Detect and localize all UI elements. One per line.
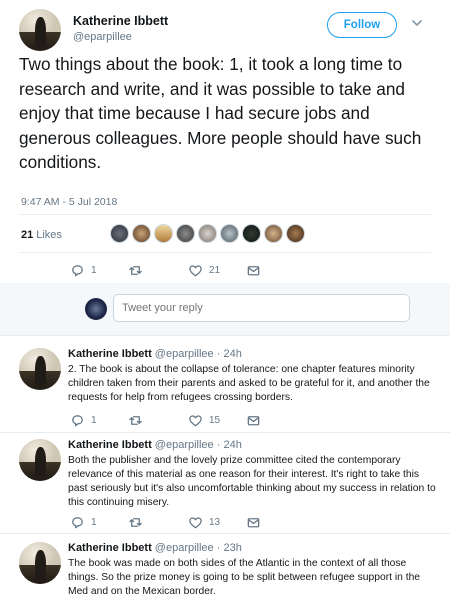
viewer-avatar [85,298,107,320]
reply-icon [72,415,83,427]
liker-avatar[interactable] [154,224,173,243]
reply-author-avatar[interactable] [19,542,61,584]
reply-icon [72,265,83,277]
reply-icon [72,517,83,529]
liker-avatar[interactable] [286,224,305,243]
divider [0,335,450,336]
reply-author-avatar[interactable] [19,348,61,390]
like-count: 15 [209,415,221,426]
reply-header: Katherine Ibbett @eparpillee · 23h [68,542,242,554]
reply-text: Both the publisher and the lovely prize … [68,455,436,508]
reply-action[interactable]: 1 [70,413,128,428]
reply-count: 1 [91,415,97,426]
heart-icon [189,265,202,277]
liker-avatar[interactable] [132,224,151,243]
like-count: 21 [209,265,221,276]
envelope-icon [247,266,260,276]
like-action[interactable]: 15 [188,413,246,428]
retweet-icon [129,416,142,425]
dm-action[interactable] [246,413,261,428]
envelope-icon [247,518,260,528]
liker-avatar[interactable] [220,224,239,243]
liker-avatar[interactable] [242,224,261,243]
reply-actions: 1 13 [70,515,261,530]
reply-dot: · [216,348,221,360]
liker-avatar[interactable] [198,224,217,243]
reply-author-handle[interactable]: @eparpillee [155,439,214,451]
reply-header: Katherine Ibbett @eparpillee · 24h [68,439,242,451]
chevron-down-icon[interactable] [410,16,424,30]
likes-count: 21 [21,229,34,241]
reply-time[interactable]: 23h [223,542,241,554]
reply-action[interactable]: 1 [70,263,128,278]
heart-icon [189,415,202,427]
reply-text: 2. The book is about the collapse of tol… [68,364,430,403]
author-handle[interactable]: @eparpillee [73,31,132,43]
divider [19,252,431,253]
reply-action[interactable]: 1 [70,515,128,530]
likes-summary[interactable]: 21 Likes [21,229,62,241]
divider [0,432,450,433]
dm-action[interactable] [246,263,261,278]
reply-time[interactable]: 24h [223,348,241,360]
likes-label: Likes [36,229,62,241]
liker-avatar[interactable] [176,224,195,243]
retweet-action[interactable] [128,263,188,278]
liker-avatar[interactable] [264,224,283,243]
envelope-icon [247,416,260,426]
reply-count: 1 [91,265,97,276]
retweet-icon [129,518,142,527]
reply-input[interactable] [113,294,410,322]
retweet-action[interactable] [128,515,188,530]
reply-dot: · [216,439,221,451]
heart-icon [189,517,202,529]
reply-author-handle[interactable]: @eparpillee [155,348,214,360]
reply-time[interactable]: 24h [223,439,241,451]
follow-button[interactable]: Follow [327,12,397,38]
tweet-timestamp[interactable]: 9:47 AM - 5 Jul 2018 [21,196,117,208]
reply-count: 1 [91,517,97,528]
divider [0,533,450,534]
liker-avatar[interactable] [110,224,129,243]
reply-author-name[interactable]: Katherine Ibbett [68,348,152,360]
divider [19,214,431,215]
reply-header: Katherine Ibbett @eparpillee · 24h [68,348,242,360]
reply-actions: 1 15 [70,413,261,428]
likers-avatars[interactable] [110,224,305,243]
tweet-text: Two things about the book: 1, it took a … [19,54,422,173]
retweet-action[interactable] [128,413,188,428]
author-name[interactable]: Katherine Ibbett [73,14,168,28]
reply-author-avatar[interactable] [19,439,61,481]
like-action[interactable]: 21 [188,263,246,278]
author-avatar[interactable] [19,9,61,51]
reply-author-name[interactable]: Katherine Ibbett [68,542,152,554]
retweet-icon [129,266,142,275]
like-count: 13 [209,517,221,528]
reply-author-name[interactable]: Katherine Ibbett [68,439,152,451]
tweet-actions: 1 21 [70,263,261,278]
dm-action[interactable] [246,515,261,530]
reply-author-handle[interactable]: @eparpillee [155,542,214,554]
reply-text: The book was made on both sides of the A… [68,558,421,597]
reply-dot: · [216,542,221,554]
like-action[interactable]: 13 [188,515,246,530]
